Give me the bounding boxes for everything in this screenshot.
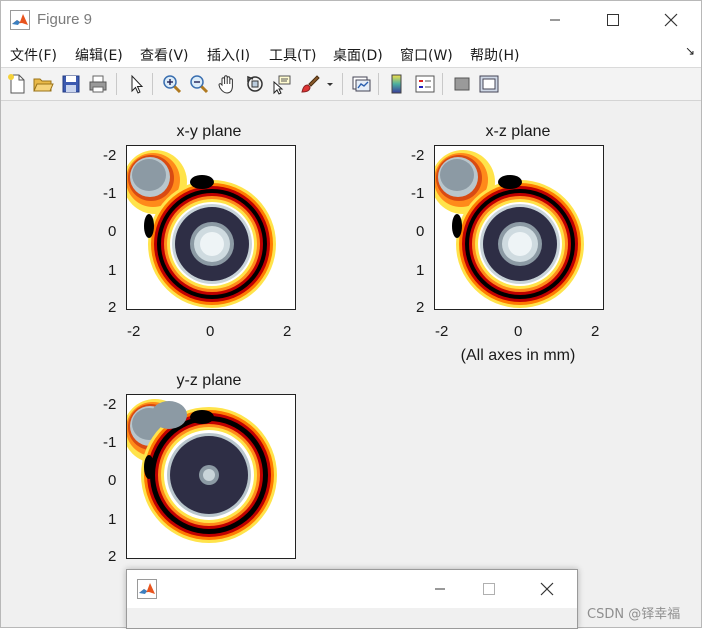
xtick: 0 [514, 323, 523, 340]
xtick: 2 [591, 323, 600, 340]
matlab-logo-icon [137, 579, 157, 599]
secondary-window-body [127, 608, 577, 628]
link-plot-icon[interactable] [350, 73, 372, 95]
ytick: -2 [411, 147, 425, 164]
intensity-image-yz [127, 395, 295, 558]
figure-window: Figure 9 文件(F) 编辑(E) 查看(V) 插入(I) 工具(T) 桌… [0, 0, 702, 628]
watermark: CSDN @铎幸福 [587, 607, 681, 622]
menu-edit[interactable]: 编辑(E) [75, 45, 123, 65]
maximize-button[interactable] [472, 570, 522, 608]
ytick: -1 [103, 185, 117, 202]
toolbar-separator [442, 73, 443, 95]
menu-window[interactable]: 窗口(W) [400, 45, 453, 65]
axes-units-note: (All axes in mm) [460, 347, 576, 364]
menu-bar: 文件(F) 编辑(E) 查看(V) 插入(I) 工具(T) 桌面(D) 窗口(W… [1, 39, 701, 68]
ytick: -1 [411, 185, 425, 202]
figure-toolbar [1, 68, 701, 101]
select-pointer-icon[interactable] [125, 73, 147, 95]
ytick: 0 [108, 472, 117, 489]
toolbar-separator [342, 73, 343, 95]
title-bar[interactable]: Figure 9 [1, 1, 701, 39]
toolbar-separator [116, 73, 117, 95]
matlab-logo-icon [10, 10, 30, 30]
maximize-button[interactable] [584, 1, 642, 39]
maximize-icon [607, 14, 619, 26]
print-icon[interactable] [87, 73, 109, 95]
minimize-button[interactable] [526, 1, 584, 39]
hide-plot-tools-icon[interactable] [451, 73, 473, 95]
toolbar-separator [378, 73, 379, 95]
show-plot-tools-icon[interactable] [478, 73, 500, 95]
plot-title-yz: y-z plane [176, 372, 242, 389]
minimize-icon [550, 19, 560, 21]
toolbar-separator [152, 73, 153, 95]
intensity-image-xy [127, 146, 295, 309]
ytick: -1 [103, 434, 117, 451]
colorbar-icon[interactable] [386, 73, 408, 95]
zoom-in-icon[interactable] [161, 73, 183, 95]
ytick: 1 [108, 511, 117, 528]
menu-help[interactable]: 帮助(H) [470, 45, 519, 65]
legend-icon[interactable] [414, 73, 436, 95]
ytick: 2 [416, 299, 425, 316]
ytick: 1 [108, 262, 117, 279]
menu-insert[interactable]: 插入(I) [207, 45, 250, 65]
brush-dropdown-icon[interactable] [324, 73, 336, 95]
open-file-icon[interactable] [32, 73, 54, 95]
ytick: -2 [103, 396, 117, 413]
save-icon[interactable] [60, 73, 82, 95]
intensity-image-xz [435, 146, 603, 309]
menu-file[interactable]: 文件(F) [10, 45, 57, 65]
axes-xz[interactable] [434, 145, 604, 310]
close-button[interactable] [527, 570, 577, 608]
menu-view[interactable]: 查看(V) [140, 45, 189, 65]
menu-desktop[interactable]: 桌面(D) [333, 45, 383, 65]
new-figure-icon[interactable] [6, 73, 28, 95]
ytick: -2 [103, 147, 117, 164]
data-cursor-icon[interactable] [271, 73, 293, 95]
zoom-out-icon[interactable] [188, 73, 210, 95]
brush-icon[interactable] [299, 73, 321, 95]
xtick: -2 [127, 323, 141, 340]
plot-title-xz: x-z plane [485, 123, 551, 140]
secondary-window[interactable] [126, 569, 578, 629]
ytick: 2 [108, 548, 117, 565]
pan-hand-icon[interactable] [216, 73, 238, 95]
close-icon [540, 582, 554, 596]
rotate-3d-icon[interactable] [244, 73, 266, 95]
figure-canvas: x-y plane -2 -1 0 1 2 -2 0 2 x-z plane -… [1, 101, 701, 627]
xtick: 2 [283, 323, 292, 340]
plot-title-xy: x-y plane [176, 123, 242, 140]
ytick: 1 [416, 262, 425, 279]
close-icon [664, 13, 678, 27]
maximize-icon [483, 583, 495, 595]
dock-arrow-icon[interactable]: ↘ [685, 44, 695, 58]
xtick: 0 [206, 323, 215, 340]
menu-tools[interactable]: 工具(T) [269, 45, 316, 65]
axes-yz[interactable] [126, 394, 296, 559]
window-title: Figure 9 [37, 11, 93, 28]
minimize-icon [435, 588, 445, 590]
ytick: 0 [108, 223, 117, 240]
ytick: 2 [108, 299, 117, 316]
xtick: -2 [435, 323, 449, 340]
axes-xy[interactable] [126, 145, 296, 310]
close-button[interactable] [642, 1, 700, 39]
ytick: 0 [416, 223, 425, 240]
minimize-button[interactable] [415, 570, 465, 608]
